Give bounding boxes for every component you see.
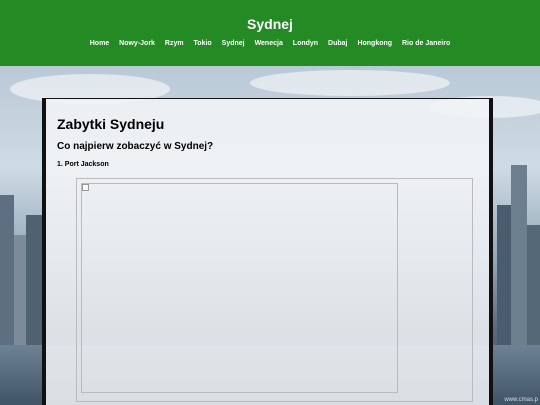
nav-link-hongkong[interactable]: Hongkong [357,40,392,47]
nav-link-tokio[interactable]: Tokio [194,40,212,47]
nav-link-wenecja[interactable]: Wenecja [255,40,283,47]
attraction-image [76,178,473,402]
page-heading: Zabytki Sydneju [57,116,165,132]
nav-link-sydnej[interactable]: Sydnej [222,40,245,47]
image-inner-frame [81,183,398,393]
nav-link-rzym[interactable]: Rzym [165,40,184,47]
section-heading: Co najpierw zobaczyć w Sydnej? [57,141,214,152]
nav-link-nowy-jork[interactable]: Nowy-Jork [119,40,155,47]
watermark: www.cmas.p [504,397,538,403]
nav-link-londyn[interactable]: Londyn [293,40,318,47]
nav-link-rio-de-janeiro[interactable]: Rio de Janeiro [402,40,450,47]
site-header: Sydnej Home Nowy-Jork Rzym Tokio Sydnej … [0,0,540,66]
content-panel: Zabytki Sydneju Co najpierw zobaczyć w S… [42,98,493,405]
nav-link-home[interactable]: Home [90,40,109,47]
attraction-title: 1. Port Jackson [57,161,109,168]
main-nav: Home Nowy-Jork Rzym Tokio Sydnej Wenecja… [0,40,540,47]
nav-link-dubaj[interactable]: Dubaj [328,40,347,47]
site-title: Sydnej [247,16,293,32]
